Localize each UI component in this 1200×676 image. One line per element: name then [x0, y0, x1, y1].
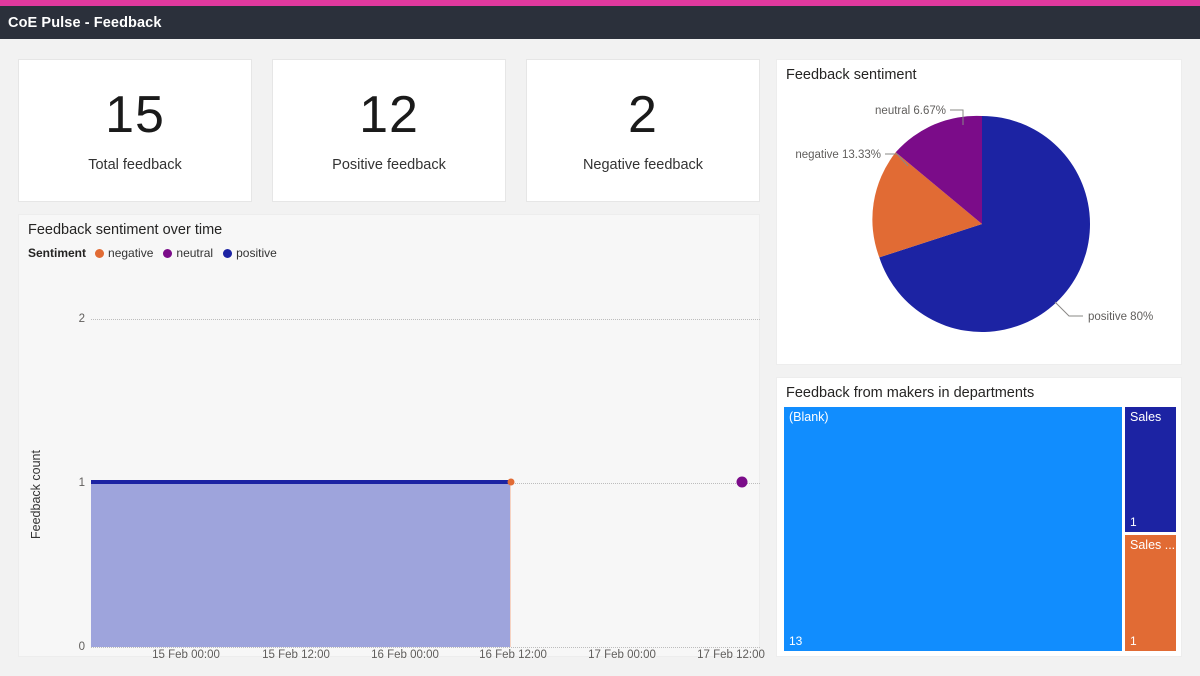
treemap-cell-value: 1 — [1130, 634, 1137, 648]
treemap-cell-label: Sales ... — [1130, 538, 1176, 552]
report-canvas: 15 Total feedback 12 Positive feedback 2… — [0, 39, 1200, 676]
x-axis-tick: 15 Feb 12:00 — [262, 649, 330, 661]
treemap-cell-sales[interactable]: Sales 1 — [1124, 406, 1177, 533]
area-series-positive — [91, 482, 511, 647]
chart-feedback-sentiment-pie[interactable]: Feedback sentiment neutral 6.67% negativ… — [776, 59, 1182, 365]
report-window: CoE Pulse - Feedback 15 Total feedback 1… — [0, 0, 1200, 676]
kpi-value: 12 — [359, 85, 419, 144]
x-axis-tick: 15 Feb 00:00 — [152, 649, 220, 661]
chart-feedback-from-makers-in-departments[interactable]: Feedback from makers in departments (Bla… — [776, 377, 1182, 657]
treemap-cell-label: Sales — [1130, 410, 1162, 424]
chart-title: Feedback sentiment — [786, 67, 917, 83]
kpi-label: Total feedback — [88, 156, 182, 173]
kpi-card-row: 15 Total feedback 12 Positive feedback 2… — [18, 59, 760, 202]
plot-wrapper: Feedback count 2 1 0 15 Feb 00:00 15 Feb… — [19, 215, 765, 661]
x-axis-tick: 17 Feb 12:00 — [697, 649, 765, 661]
pie-label-positive: positive 80% — [1088, 311, 1153, 323]
x-axis-tick: 17 Feb 00:00 — [588, 649, 656, 661]
treemap-cell-label: (Blank) — [789, 410, 829, 424]
treemap-cell-value: 13 — [789, 634, 803, 648]
kpi-value: 2 — [628, 85, 658, 144]
treemap-cell-blank[interactable]: (Blank) 13 — [783, 406, 1123, 652]
treemap-area: (Blank) 13 Sales 1 Sales ... 1 — [783, 406, 1177, 652]
y-axis-title: Feedback count — [29, 450, 43, 540]
chart-title: Feedback from makers in departments — [786, 385, 1035, 401]
line-series-positive — [91, 480, 511, 484]
window-titlebar: CoE Pulse - Feedback — [0, 6, 1200, 39]
plot-area[interactable] — [91, 319, 760, 647]
data-point-neutral[interactable] — [736, 476, 748, 488]
leader-line-positive — [1054, 301, 1083, 317]
kpi-card-negative-feedback[interactable]: 2 Negative feedback — [526, 59, 760, 202]
y-axis-tick: 1 — [78, 477, 85, 489]
y-axis-tick: 2 — [78, 313, 85, 325]
kpi-label: Positive feedback — [332, 156, 446, 173]
series-edge-line — [510, 483, 511, 647]
gridline — [91, 647, 760, 648]
pie-label-neutral: neutral 6.67% — [875, 105, 946, 117]
kpi-value: 15 — [105, 85, 165, 144]
treemap-cell-value: 1 — [1130, 515, 1137, 529]
kpi-label: Negative feedback — [582, 156, 704, 173]
window-title: CoE Pulse - Feedback — [8, 14, 162, 31]
y-axis-tick: 0 — [78, 641, 85, 653]
treemap-cell-sales-secondary[interactable]: Sales ... 1 — [1124, 534, 1177, 652]
x-axis-tick: 16 Feb 12:00 — [479, 649, 547, 661]
x-axis-tick: 16 Feb 00:00 — [371, 649, 439, 661]
chart-feedback-sentiment-over-time[interactable]: Feedback sentiment over time Sentiment n… — [18, 214, 765, 661]
data-point-negative[interactable] — [507, 478, 515, 486]
kpi-card-positive-feedback[interactable]: 12 Positive feedback — [272, 59, 506, 202]
kpi-card-total-feedback[interactable]: 15 Total feedback — [18, 59, 252, 202]
pie-svg: neutral 6.67% negative 13.33% positive 8… — [795, 105, 1153, 332]
x-axis-ticks: 15 Feb 00:00 15 Feb 12:00 16 Feb 00:00 1… — [91, 649, 765, 665]
y-axis-ticks: 2 1 0 — [45, 215, 85, 658]
pie-label-negative: negative 13.33% — [795, 149, 881, 161]
